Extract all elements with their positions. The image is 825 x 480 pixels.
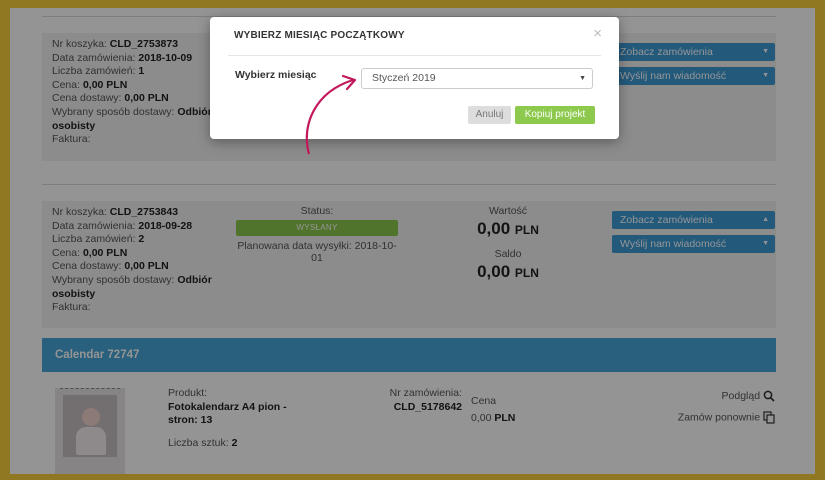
copy-project-button[interactable]: Kopiuj projekt <box>515 106 595 124</box>
annotation-arrow-icon <box>305 74 357 155</box>
cancel-button[interactable]: Anuluj <box>468 106 511 124</box>
close-icon[interactable]: × <box>593 25 602 42</box>
month-picker-modal: WYBIERZ MIESIĄC POCZĄTKOWY × Wybierz mie… <box>210 17 619 139</box>
month-select[interactable]: Styczeń 2019 ▼ <box>361 68 593 89</box>
chevron-down-icon: ▼ <box>579 75 586 82</box>
selected-month: Styczeń 2019 <box>372 72 436 84</box>
modal-divider <box>228 55 601 56</box>
modal-title: WYBIERZ MIESIĄC POCZĄTKOWY <box>234 30 405 41</box>
